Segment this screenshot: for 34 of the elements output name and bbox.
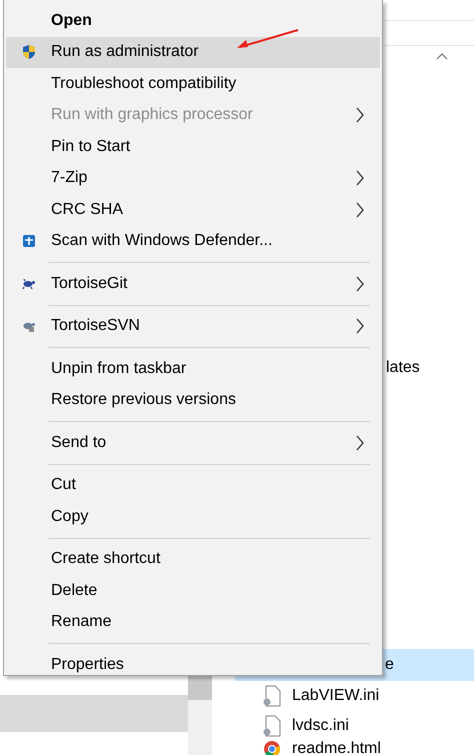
menu-item[interactable]: TortoiseGit	[6, 268, 380, 300]
annotation-arrow	[236, 28, 300, 50]
file-name: LabVIEW.ini	[292, 687, 380, 705]
file-name: lvdsc.ini	[292, 717, 349, 735]
menu-item[interactable]: Restore previous versions	[6, 384, 380, 416]
menu-item[interactable]: Open	[6, 5, 380, 36]
file-row[interactable]: LabVIEW.ini	[235, 681, 474, 711]
menu-item[interactable]: TortoiseSVN	[6, 310, 380, 342]
menu-item[interactable]: Copy	[6, 501, 380, 532]
menu-item[interactable]: Send to	[6, 427, 380, 458]
menu-item[interactable]: CRC SHA	[6, 194, 380, 226]
settings-file-icon	[263, 685, 281, 707]
file-name: e	[385, 656, 394, 674]
menu-item[interactable]: Troubleshoot compatibility	[6, 68, 380, 100]
menu-item[interactable]: Create shortcut	[6, 544, 380, 575]
caret-up-icon[interactable]	[436, 52, 448, 60]
turtle-icon	[22, 278, 35, 289]
menu-item[interactable]: Properties	[6, 649, 380, 680]
menu-item[interactable]: 7-Zip	[6, 162, 380, 194]
menu-item[interactable]: Unpin from taskbar	[6, 353, 380, 384]
browser-icon	[264, 741, 280, 755]
turtle-icon	[22, 320, 35, 332]
menu-item[interactable]: Run as administrator	[6, 36, 380, 68]
file-row[interactable]: lvdsc.ini	[235, 711, 474, 741]
menu-item[interactable]: Rename	[6, 606, 380, 638]
menu-item[interactable]: Delete	[6, 575, 380, 606]
scrollbar-thumb[interactable]	[188, 676, 212, 700]
menu-item[interactable]: Scan with Windows Defender...	[6, 226, 380, 257]
file-name: lates	[386, 359, 420, 377]
menu-item[interactable]: Pin to Start	[6, 131, 380, 162]
settings-file-icon	[263, 715, 281, 737]
menu-item[interactable]: Cut	[6, 470, 380, 501]
file-name: readme.html	[292, 741, 381, 755]
file-row[interactable]: readme.html	[235, 741, 474, 755]
